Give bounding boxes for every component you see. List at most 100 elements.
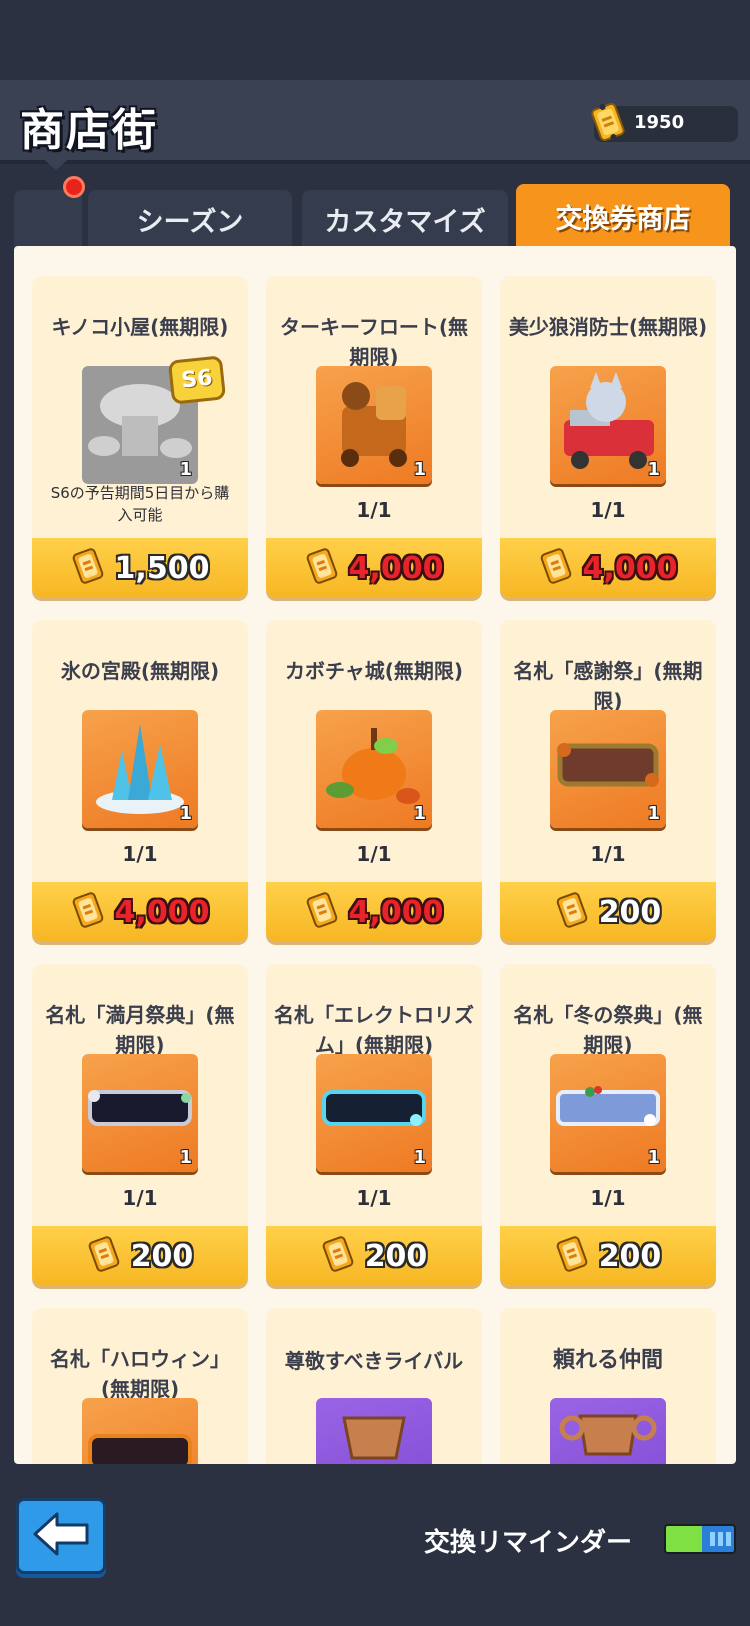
ticket-balance: 1950: [591, 102, 738, 142]
price-bar[interactable]: 4,000: [266, 882, 482, 942]
tab-customize[interactable]: カスタマイズ: [302, 190, 508, 248]
shop-item-nameplate-electro-rhythm[interactable]: 名札「エレクトロリズム」(無期限) 1 1/1 200: [266, 964, 482, 1286]
item-quantity: 1: [179, 459, 192, 480]
item-price: 200: [130, 1238, 194, 1274]
ticket-icon: [555, 1235, 589, 1277]
price-bar[interactable]: 200: [500, 1226, 716, 1286]
ticket-icon: [305, 547, 339, 589]
season-badge: S6: [167, 355, 227, 405]
shop-item-ice-palace[interactable]: 氷の宮殿(無期限) 1 1/1 4,000: [32, 620, 248, 942]
tab-stub[interactable]: [14, 190, 82, 248]
shop-item-nameplate-thanksgiving[interactable]: 名札「感謝祭」(無期限) 1 1/1 200: [500, 620, 716, 942]
ticket-icon: [87, 1235, 121, 1277]
item-quantity: 1: [647, 1147, 660, 1168]
item-price: 4,000: [114, 894, 210, 930]
stock-count: 1/1: [356, 842, 392, 866]
item-quantity: 1: [647, 459, 660, 480]
item-image: [82, 1398, 198, 1464]
stock-count: 1/1: [590, 498, 626, 522]
price-bar[interactable]: 200: [266, 1226, 482, 1286]
stock-count: 1/1: [356, 1186, 392, 1210]
item-name: 尊敬すべきライバル: [284, 1349, 464, 1373]
item-image: 1: [316, 1054, 432, 1172]
item-image: 1: [550, 1054, 666, 1172]
item-image: 1: [550, 366, 666, 484]
item-name: 名札「満月祭典」(無期限): [45, 1003, 235, 1057]
availability-note: S6の予告期間5日目から購入可能: [50, 484, 230, 524]
toggle-knob: [702, 1526, 734, 1552]
item-quantity: 1: [647, 803, 660, 824]
item-name: キノコ小屋(無期限): [51, 315, 229, 339]
ticket-balance-value: 1950: [634, 112, 685, 133]
shop-item-nameplate-winter[interactable]: 名札「冬の祭典」(無期限) 1 1/1 200: [500, 964, 716, 1286]
page-title: 商店街: [20, 105, 158, 156]
shop-item-nameplate-full-moon[interactable]: 名札「満月祭典」(無期限) 1 1/1 200: [32, 964, 248, 1286]
item-name: 名札「感謝祭」(無期限): [513, 659, 703, 713]
item-image: 1: [316, 366, 432, 484]
ticket-icon: [71, 891, 105, 933]
price-bar[interactable]: 200: [32, 1226, 248, 1286]
item-name: カボチャ城(無期限): [284, 659, 464, 683]
bottom-bar: [0, 1470, 750, 1626]
stock-count: 1/1: [590, 1186, 626, 1210]
item-name: 名札「ハロウィン」(無期限): [50, 1347, 230, 1401]
item-image: [550, 1398, 666, 1464]
item-name: ターキーフロート(無期限): [280, 315, 468, 369]
tab-bar: シーズン カスタマイズ 交換券商店: [0, 184, 750, 252]
item-price: 1,500: [114, 550, 210, 586]
price-bar[interactable]: 1,500: [32, 538, 248, 598]
shop-item-turkey-float[interactable]: ターキーフロート(無期限) 1 1/1 4,000: [266, 276, 482, 598]
item-price: 4,000: [348, 894, 444, 930]
exchange-reminder-toggle[interactable]: [664, 1524, 736, 1554]
item-quantity: 1: [413, 1147, 426, 1168]
item-quantity: 1: [413, 803, 426, 824]
item-price: 200: [364, 1238, 428, 1274]
ticket-icon: [71, 547, 105, 589]
shop-item-pumpkin-castle[interactable]: カボチャ城(無期限) 1 1/1 4,000: [266, 620, 482, 942]
item-name: 美少狼消防士(無期限): [508, 315, 708, 339]
item-price: 200: [598, 894, 662, 930]
back-arrow-icon: [31, 1510, 91, 1562]
stock-count: 1/1: [356, 498, 392, 522]
price-bar[interactable]: 4,000: [500, 538, 716, 598]
ticket-icon: [539, 547, 573, 589]
item-name: 氷の宮殿(無期限): [60, 659, 220, 683]
shop-item-mushroom-house[interactable]: キノコ小屋(無期限) 1 S6 S6の予告期間5日目から購入可能 1,500: [32, 276, 248, 598]
item-price: 4,000: [348, 550, 444, 586]
price-bar[interactable]: 200: [500, 882, 716, 942]
shop-panel: キノコ小屋(無期限) 1 S6 S6の予告期間5日目から購入可能 1,500 タ…: [14, 246, 736, 1464]
back-button[interactable]: [16, 1498, 106, 1574]
shop-item-respected-rival[interactable]: 尊敬すべきライバル: [266, 1308, 482, 1464]
shop-item-nameplate-halloween[interactable]: 名札「ハロウィン」(無期限): [32, 1308, 248, 1464]
item-quantity: 1: [179, 1147, 192, 1168]
tab-season[interactable]: シーズン: [88, 190, 292, 248]
price-bar[interactable]: 4,000: [32, 882, 248, 942]
price-bar[interactable]: 4,000: [266, 538, 482, 598]
item-image: 1: [82, 1054, 198, 1172]
stock-count: 1/1: [122, 1186, 158, 1210]
header-notch: [40, 156, 72, 170]
item-image: 1: [550, 710, 666, 828]
exchange-reminder-label: 交換リマインダー: [424, 1528, 633, 1558]
item-image: 1: [316, 710, 432, 828]
ticket-icon: [555, 891, 589, 933]
item-quantity: 1: [179, 803, 192, 824]
ticket-icon: [305, 891, 339, 933]
item-price: 200: [598, 1238, 662, 1274]
toggle-on-fill: [666, 1526, 702, 1552]
notification-dot: [63, 176, 85, 198]
item-name: 名札「冬の祭典」(無期限): [513, 1003, 703, 1057]
item-quantity: 1: [413, 459, 426, 480]
item-name: 名札「エレクトロリズム」(無期限): [274, 1003, 474, 1057]
item-price: 4,000: [582, 550, 678, 586]
shop-item-wolf-firefighter[interactable]: 美少狼消防士(無期限) 1 1/1 4,000: [500, 276, 716, 598]
item-name: 頼れる仲間: [552, 1348, 663, 1373]
tab-ticket-shop[interactable]: 交換券商店: [516, 184, 730, 252]
item-image: [316, 1398, 432, 1464]
ticket-icon: [321, 1235, 355, 1277]
status-area: [0, 0, 750, 80]
shop-item-reliable-ally[interactable]: 頼れる仲間: [500, 1308, 716, 1464]
stock-count: 1/1: [122, 842, 158, 866]
ticket-icon: [588, 100, 628, 148]
item-image: 1: [82, 710, 198, 828]
